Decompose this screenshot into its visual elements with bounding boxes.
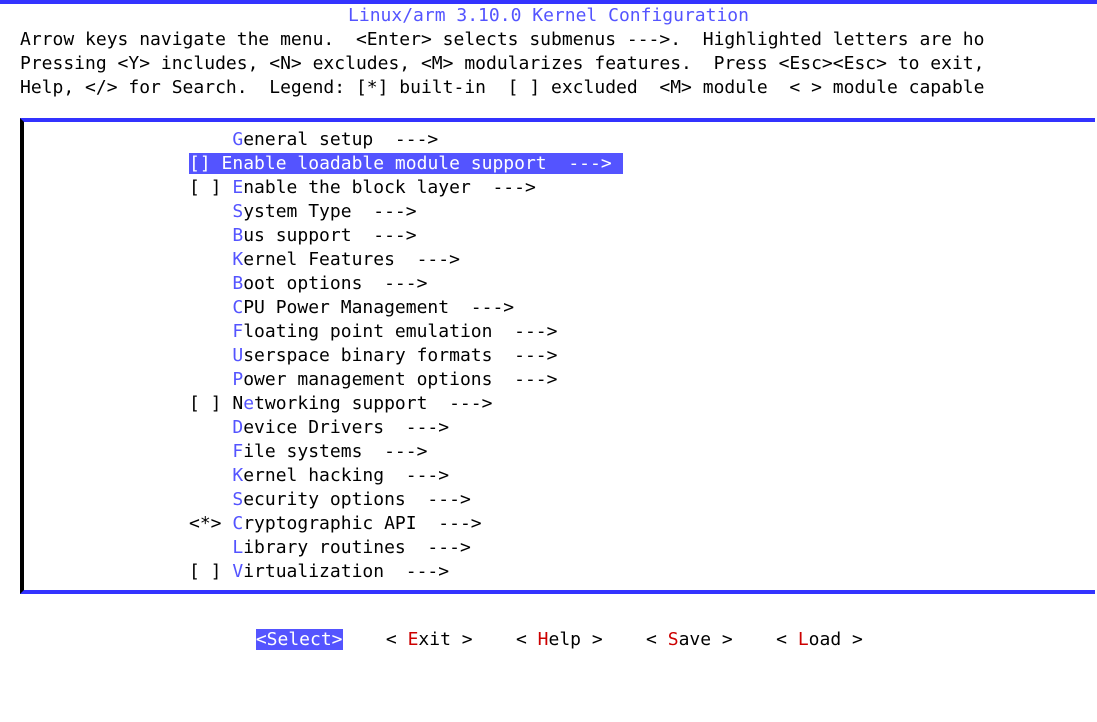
- menu-item[interactable]: General setup --->: [189, 128, 1095, 152]
- menu-item[interactable]: Floating point emulation --->: [189, 320, 1095, 344]
- menu-item[interactable]: System Type --->: [189, 200, 1095, 224]
- menu-item[interactable]: Kernel hacking --->: [189, 464, 1095, 488]
- menu-list[interactable]: General setup --->[] Enable loadable mod…: [24, 128, 1095, 584]
- help-line-3: Help, </> for Search. Legend: [*] built-…: [0, 76, 1097, 100]
- page-title: Linux/arm 3.10.0 Kernel Configuration: [0, 4, 1097, 28]
- menu-item[interactable]: [] Enable loadable module support --->: [189, 152, 1095, 176]
- button-bar: <Select> < Exit > < Help > < Save > < Lo…: [0, 604, 1097, 652]
- menu-item[interactable]: Power management options --->: [189, 368, 1095, 392]
- menu-item[interactable]: CPU Power Management --->: [189, 296, 1095, 320]
- help-button[interactable]: < Help >: [516, 629, 603, 650]
- menu-item[interactable]: Device Drivers --->: [189, 416, 1095, 440]
- menu-item[interactable]: [ ] Virtualization --->: [189, 560, 1095, 584]
- menu-item[interactable]: [ ] Networking support --->: [189, 392, 1095, 416]
- menu-item[interactable]: File systems --->: [189, 440, 1095, 464]
- select-button[interactable]: <Select>: [256, 629, 343, 650]
- menu-item[interactable]: Security options --->: [189, 488, 1095, 512]
- menu-box: General setup --->[] Enable loadable mod…: [20, 118, 1095, 594]
- load-button[interactable]: < Load >: [776, 629, 863, 650]
- menu-item[interactable]: [ ] Enable the block layer --->: [189, 176, 1095, 200]
- menu-item[interactable]: Kernel Features --->: [189, 248, 1095, 272]
- menu-item[interactable]: Bus support --->: [189, 224, 1095, 248]
- menu-item[interactable]: <*> Cryptographic API --->: [189, 512, 1095, 536]
- save-button[interactable]: < Save >: [646, 629, 733, 650]
- help-line-1: Arrow keys navigate the menu. <Enter> se…: [0, 28, 1097, 52]
- help-line-2: Pressing <Y> includes, <N> excludes, <M>…: [0, 52, 1097, 76]
- menu-item[interactable]: Library routines --->: [189, 536, 1095, 560]
- menu-item[interactable]: Boot options --->: [189, 272, 1095, 296]
- menu-item[interactable]: Userspace binary formats --->: [189, 344, 1095, 368]
- exit-button[interactable]: < Exit >: [386, 629, 473, 650]
